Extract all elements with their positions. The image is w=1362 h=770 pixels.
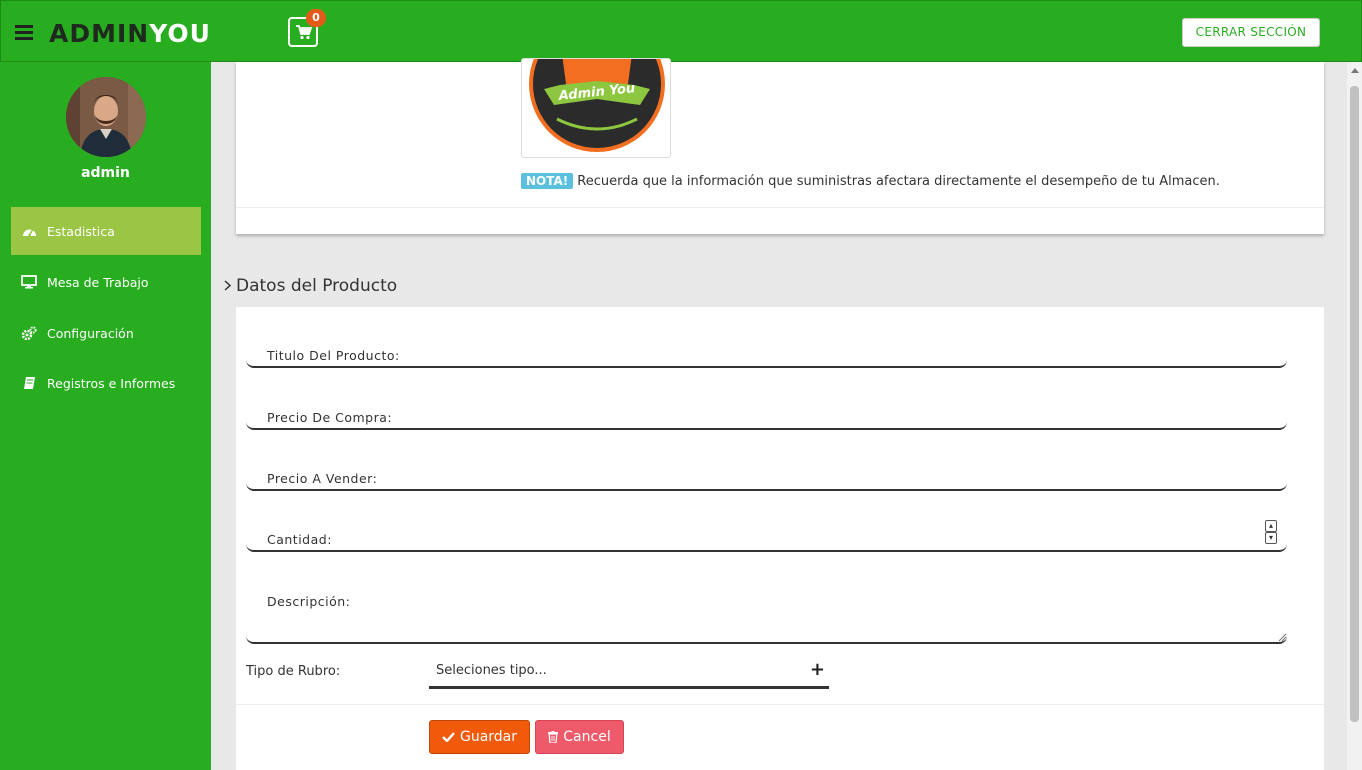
product-form-card: Titulo Del Producto: Precio De Compra: P… — [236, 307, 1324, 770]
quantity-label: Cantidad: — [267, 532, 332, 547]
sidebar-item-label: Mesa de Trabajo — [47, 274, 149, 290]
logout-button[interactable]: CERRAR SECCIÓN — [1182, 18, 1320, 47]
scrollbar-thumb[interactable] — [1350, 86, 1359, 722]
sidebar: admin Estadistica Mesa de Trabajo Config… — [0, 62, 211, 770]
note-text: Recuerda que la información que suminist… — [577, 174, 1220, 189]
hamburger-menu-icon[interactable] — [15, 24, 35, 40]
note-message: NOTA! Recuerda que la información que sum… — [521, 173, 1220, 189]
check-icon — [442, 732, 455, 742]
rubro-label: Tipo de Rubro: — [246, 664, 341, 679]
cancel-button[interactable]: Cancel — [535, 720, 624, 754]
description-field[interactable]: Descripción: — [246, 586, 1287, 644]
store-info-card: Admin You NOTA! Recuerda que la informaci… — [236, 58, 1324, 234]
store-logo[interactable]: Admin You — [521, 58, 671, 158]
book-icon — [21, 375, 37, 391]
quantity-stepper[interactable]: ▴ ▾ — [1265, 520, 1277, 544]
stepper-up-icon[interactable]: ▴ — [1265, 520, 1277, 532]
username-label: admin — [81, 165, 130, 181]
sale-price-label: Precio A Vender: — [267, 471, 378, 486]
sidebar-item-registros[interactable]: Registros e Informes — [11, 359, 201, 407]
sidebar-item-label: Registros e Informes — [47, 375, 176, 391]
product-title-label: Titulo Del Producto: — [267, 348, 400, 363]
product-title-field[interactable]: Titulo Del Producto: — [246, 340, 1287, 368]
dashboard-icon — [21, 223, 37, 239]
page-scrollbar[interactable] — [1347, 62, 1362, 770]
card-divider — [236, 207, 1324, 208]
plus-icon[interactable]: + — [810, 659, 825, 680]
rubro-select[interactable]: Seleciones tipo... + — [429, 655, 829, 689]
trash-icon — [548, 731, 559, 743]
resize-handle-icon[interactable] — [1277, 632, 1287, 642]
quantity-field[interactable]: Cantidad: ▴ ▾ — [246, 520, 1287, 552]
top-navbar: ADMINYOU 0 CERRAR SECCIÓN — [0, 0, 1362, 62]
form-divider — [236, 704, 1324, 705]
cancel-button-label: Cancel — [563, 729, 611, 745]
description-label: Descripción: — [267, 594, 351, 609]
gears-icon — [21, 325, 37, 341]
section-title: Datos del Producto — [224, 276, 397, 296]
shopping-cart-icon — [296, 25, 312, 40]
save-button-label: Guardar — [459, 729, 518, 745]
sidebar-item-label: Configuración — [47, 325, 134, 341]
sidebar-item-label: Estadistica — [47, 223, 115, 239]
avatar — [66, 77, 146, 157]
brand-text-admin: ADMIN — [49, 19, 150, 48]
sale-price-field[interactable]: Precio A Vender: — [246, 463, 1287, 491]
note-badge: NOTA! — [521, 173, 574, 189]
chevron-right-icon — [224, 279, 232, 295]
section-title-text: Datos del Producto — [236, 276, 398, 296]
scroll-up-icon[interactable] — [1351, 68, 1359, 73]
sidebar-item-configuracion[interactable]: Configuración — [11, 309, 201, 357]
brand-logo[interactable]: ADMINYOU — [49, 19, 211, 48]
purchase-price-field[interactable]: Precio De Compra: — [246, 402, 1287, 430]
sidebar-item-mesa-de-trabajo[interactable]: Mesa de Trabajo — [11, 258, 201, 306]
sidebar-item-estadistica[interactable]: Estadistica — [11, 207, 201, 255]
brand-text-you: YOU — [149, 19, 211, 48]
cart-count-badge: 0 — [306, 9, 326, 27]
monitor-icon — [21, 274, 37, 290]
stepper-down-icon[interactable]: ▾ — [1265, 532, 1277, 544]
purchase-price-label: Precio De Compra: — [267, 410, 393, 425]
save-button[interactable]: Guardar — [429, 720, 530, 754]
rubro-select-value: Seleciones tipo... — [436, 663, 547, 678]
